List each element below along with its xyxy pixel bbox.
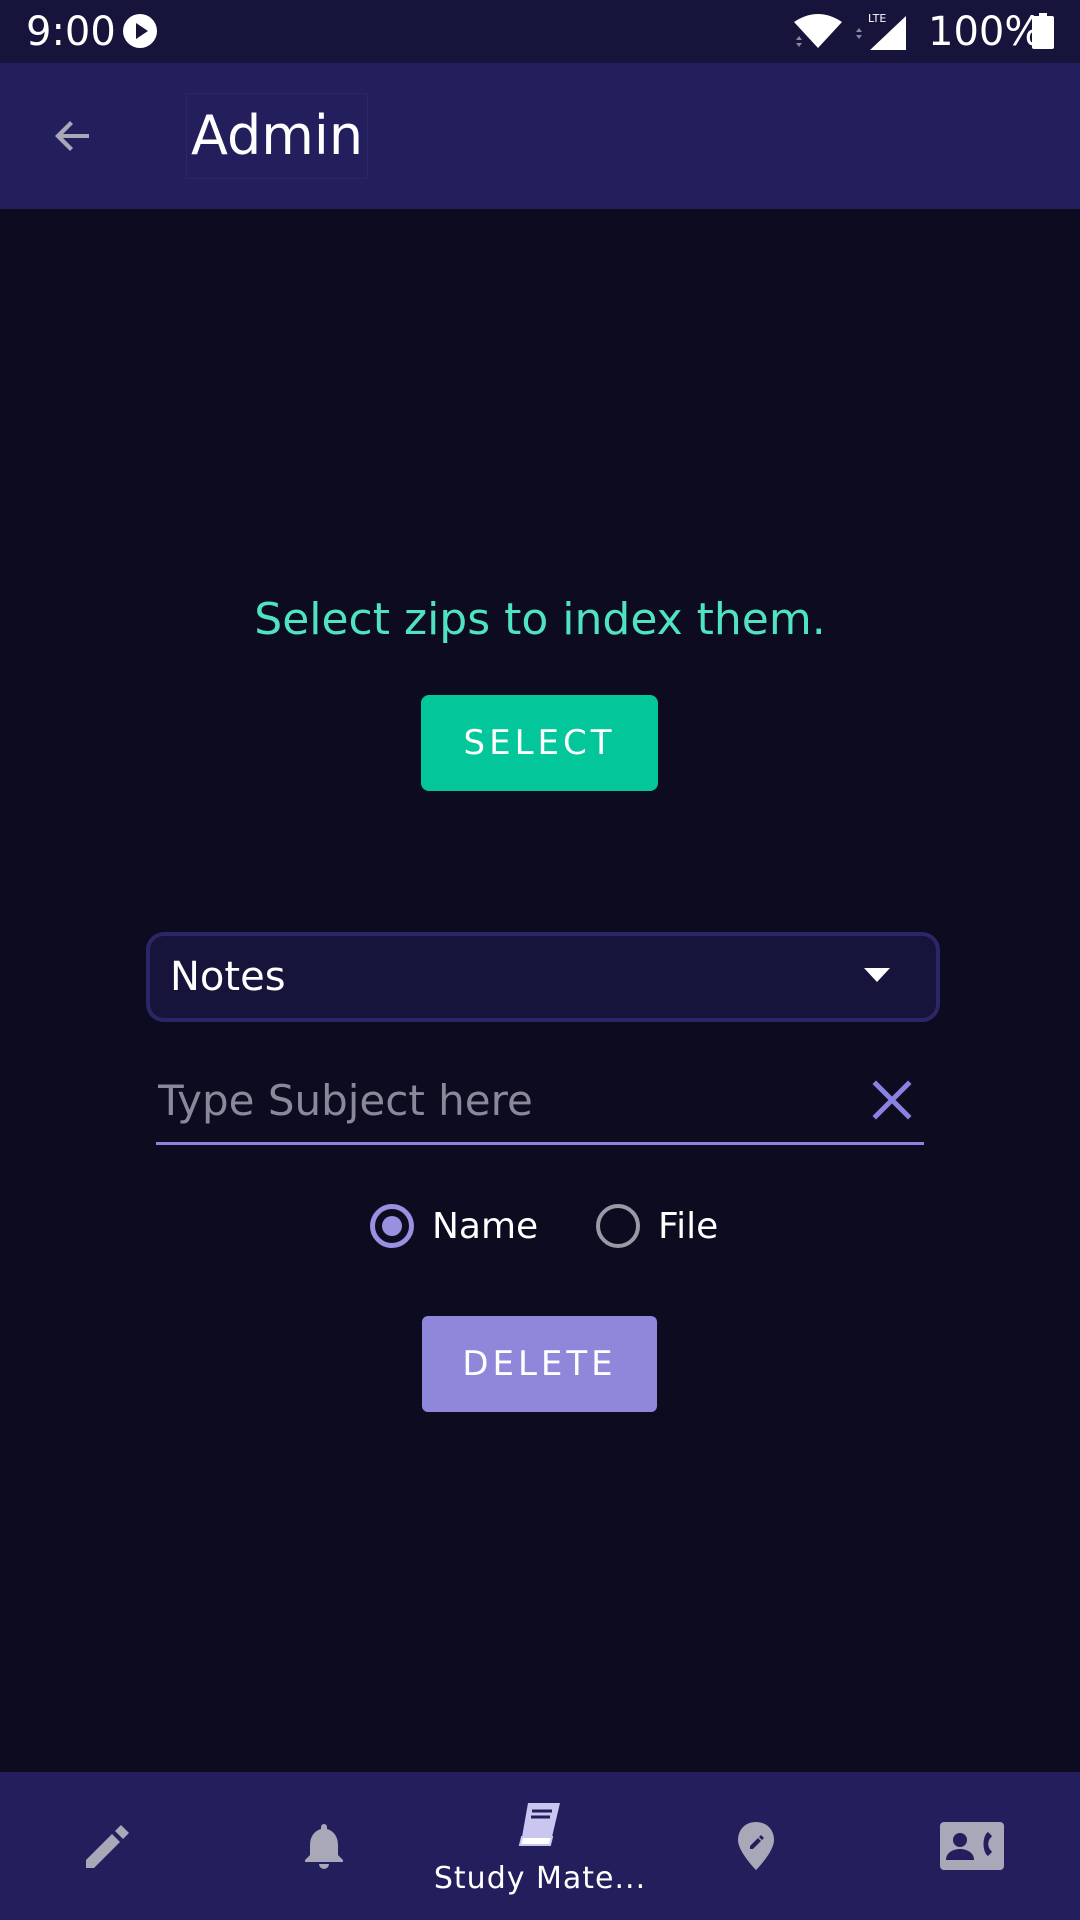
- status-time: 9:00: [26, 9, 116, 55]
- search-by-radio-group: Name File: [0, 1198, 1080, 1254]
- status-bar: 9:00 LTE 100%: [0, 0, 1080, 63]
- bottom-navigation: Study Mate...: [0, 1772, 1080, 1920]
- subject-field: [156, 1060, 924, 1145]
- admin-screen: 9:00 LTE 100% Admin Select zips to index…: [0, 0, 1080, 1920]
- lte-signal-icon: LTE: [856, 12, 906, 50]
- dropdown-selected-value: Notes: [170, 954, 286, 1000]
- nav-item-study-material[interactable]: Study Mate...: [432, 1772, 648, 1920]
- battery-percentage: 100%: [928, 9, 1043, 55]
- select-button[interactable]: SELECT: [421, 695, 658, 791]
- nav-item-location[interactable]: [648, 1772, 864, 1920]
- nav-item-contacts[interactable]: [864, 1772, 1080, 1920]
- arrow-back-icon: [55, 121, 89, 151]
- nav-item-label: Study Mate...: [433, 1860, 647, 1896]
- nav-item-notifications[interactable]: [216, 1772, 432, 1920]
- nav-item-edit[interactable]: [0, 1772, 216, 1920]
- radio-file-label: File: [658, 1205, 719, 1247]
- pencil-icon: [86, 1825, 129, 1868]
- play-icon: [123, 14, 157, 48]
- radio-name[interactable]: Name: [370, 1198, 538, 1254]
- battery-icon: [1032, 13, 1054, 49]
- radio-file[interactable]: File: [596, 1198, 718, 1254]
- book-icon: [518, 1802, 560, 1846]
- page-title: Admin: [186, 93, 369, 179]
- radio-unchecked-icon: [596, 1204, 640, 1248]
- back-button[interactable]: [40, 103, 106, 169]
- svg-text:LTE: LTE: [868, 12, 886, 25]
- close-icon[interactable]: [870, 1078, 914, 1122]
- dropdown-arrow-icon: [864, 968, 890, 982]
- select-zips-prompt: Select zips to index them.: [254, 594, 826, 645]
- contact-phone-icon: [940, 1822, 1004, 1870]
- delete-button[interactable]: DELETE: [422, 1316, 657, 1412]
- app-bar: Admin: [0, 63, 1080, 209]
- location-edit-icon: [738, 1822, 774, 1870]
- radio-name-label: Name: [432, 1205, 539, 1247]
- category-dropdown[interactable]: Notes: [146, 932, 940, 1022]
- bell-icon: [305, 1824, 343, 1869]
- wifi-icon: [794, 14, 842, 48]
- subject-input[interactable]: [156, 1060, 840, 1140]
- radio-checked-icon: [370, 1204, 414, 1248]
